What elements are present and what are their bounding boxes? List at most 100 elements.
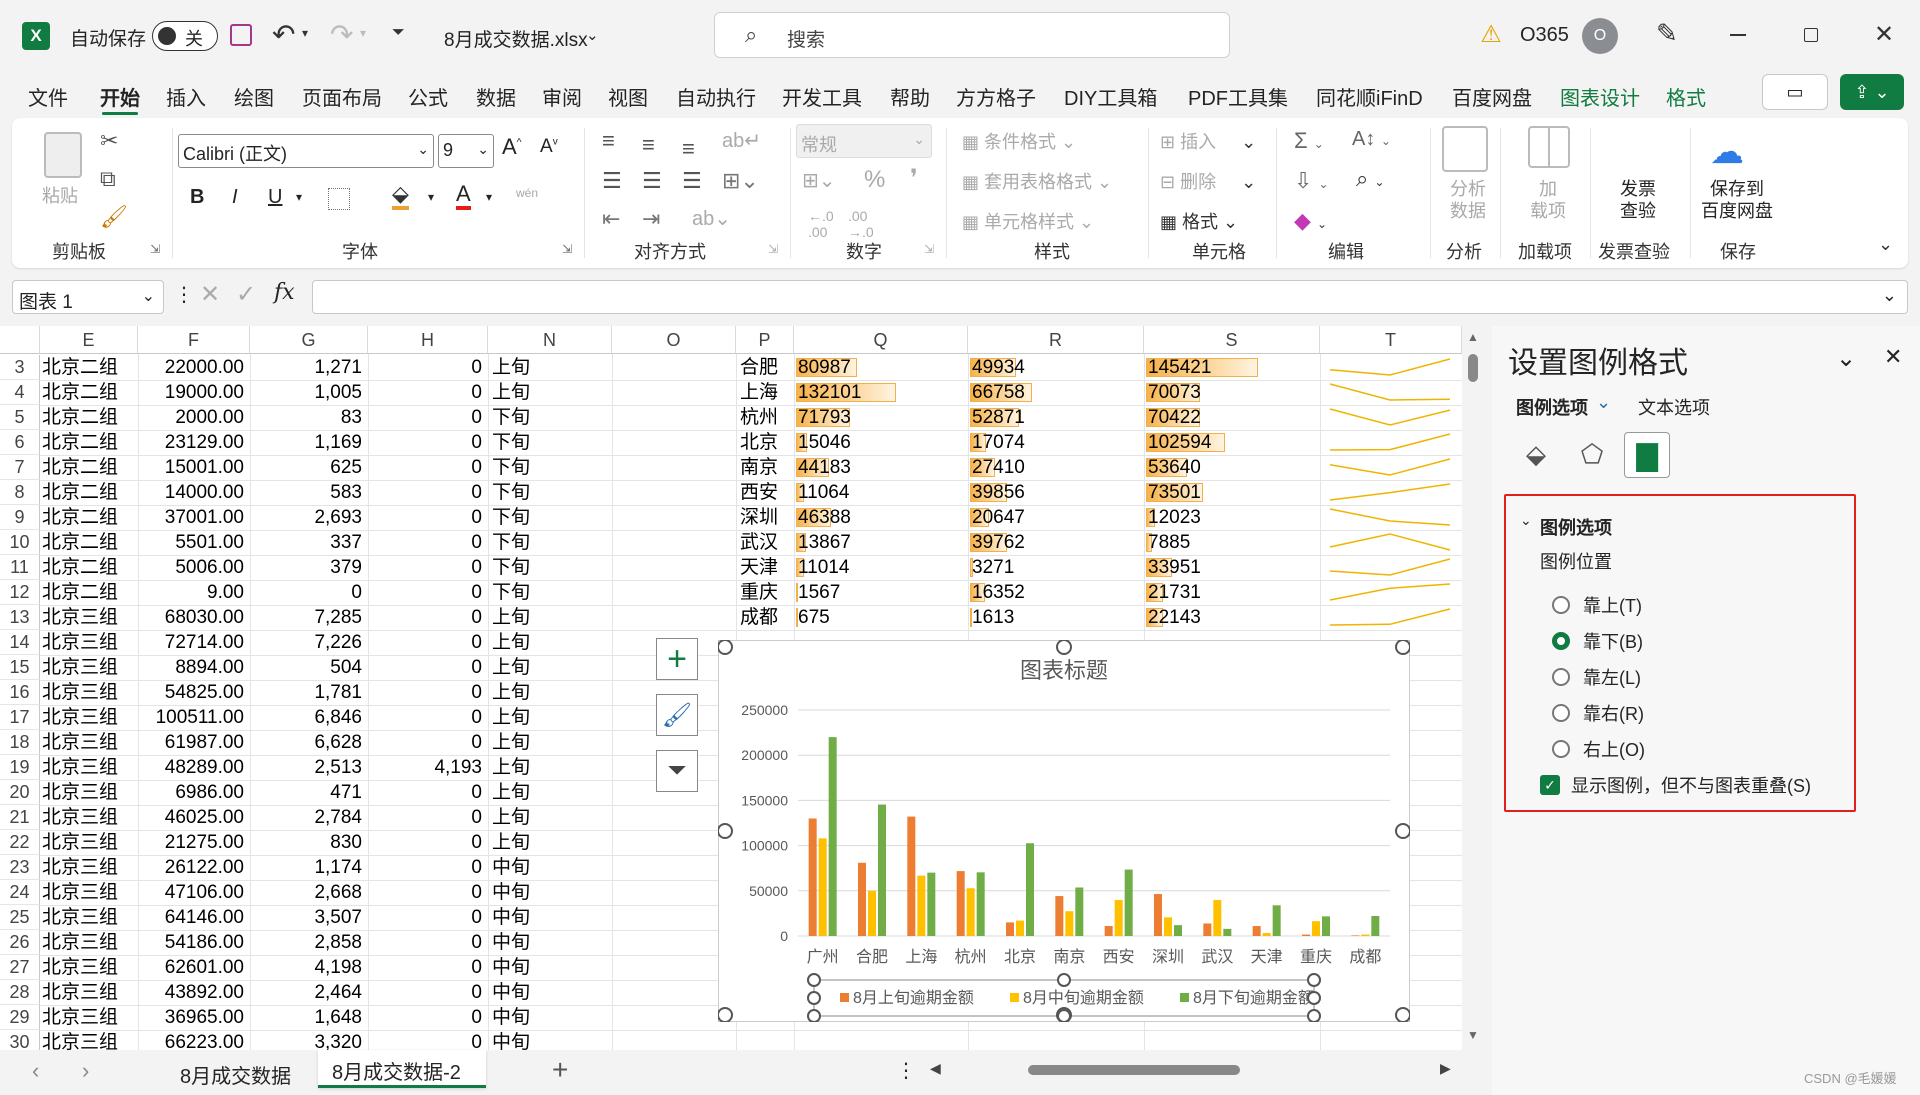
save-icon[interactable] — [230, 24, 252, 46]
resize-handle[interactable] — [717, 1007, 733, 1023]
cell-p-city[interactable]: 武汉 — [740, 530, 792, 555]
chart-bar[interactable] — [1016, 920, 1024, 936]
chart-bar[interactable] — [1272, 905, 1281, 936]
row-header[interactable]: 14 — [0, 630, 40, 655]
find-icon[interactable]: ⌕ ⌄ — [1356, 166, 1385, 192]
cell-p-city[interactable]: 南京 — [740, 455, 792, 480]
legend-handle[interactable] — [807, 1009, 821, 1023]
redo-dropdown-icon[interactable]: ▾ — [360, 26, 366, 40]
chart-bar[interactable] — [1213, 900, 1222, 936]
cell-e[interactable]: 北京二组 — [42, 530, 136, 555]
chart-bar[interactable] — [917, 875, 926, 936]
cell-f[interactable]: 26122.00 — [138, 855, 244, 880]
chart-bar[interactable] — [1252, 926, 1261, 936]
row-header[interactable]: 24 — [0, 880, 40, 905]
cell-h[interactable]: 0 — [368, 1005, 482, 1030]
cell-h[interactable]: 0 — [368, 905, 482, 930]
column-header[interactable]: Q — [794, 326, 968, 354]
select-all-corner[interactable] — [0, 326, 40, 354]
cell-h[interactable]: 0 — [368, 955, 482, 980]
tab-chart-design[interactable]: 图表设计 — [1560, 82, 1640, 111]
chart-bar[interactable] — [1302, 934, 1310, 936]
sheet-tab[interactable]: 8月成交数据 — [180, 1060, 291, 1089]
radio-right[interactable]: 靠右(R) — [1552, 700, 1644, 726]
format-as-table-button[interactable]: ▦ 套用表格格式 ⌄ — [962, 168, 1112, 194]
row-header[interactable]: 28 — [0, 980, 40, 1005]
cell-s[interactable]: 7885 — [1148, 530, 1318, 555]
cell-s[interactable]: 21731 — [1148, 580, 1318, 605]
legend-handle[interactable] — [1307, 1009, 1321, 1023]
chart-bar[interactable] — [828, 737, 837, 936]
resize-handle[interactable] — [1395, 823, 1411, 839]
chevron-down-icon[interactable]: ▾ — [428, 190, 434, 204]
chart-bar[interactable] — [1312, 921, 1320, 936]
pane-options-icon[interactable]: ⌄ — [1836, 344, 1856, 373]
filename-chevron-icon[interactable]: ⌄ — [586, 26, 599, 44]
cell-e[interactable]: 北京三组 — [42, 930, 136, 955]
chart-bar[interactable] — [1262, 933, 1271, 936]
cell-s[interactable]: 33951 — [1148, 555, 1318, 580]
cell-r[interactable]: 16352 — [972, 580, 1142, 605]
tab-baidu[interactable]: 百度网盘 — [1452, 82, 1532, 111]
chart-bar[interactable] — [818, 838, 827, 936]
cell-n[interactable]: 上旬 — [492, 805, 610, 830]
cell-g[interactable]: 2,858 — [250, 930, 362, 955]
cell-n[interactable]: 中旬 — [492, 880, 610, 905]
cell-h[interactable]: 0 — [368, 455, 482, 480]
cell-f[interactable]: 100511.00 — [138, 705, 244, 730]
radio-button[interactable] — [1552, 596, 1570, 614]
row-header[interactable]: 7 — [0, 455, 40, 480]
cell-e[interactable]: 北京三组 — [42, 1030, 136, 1050]
tab-fangfang[interactable]: 方方格子 — [956, 82, 1036, 111]
tab-legend-chevron-icon[interactable]: ⌄ — [1596, 392, 1611, 413]
restore-icon[interactable] — [1804, 28, 1818, 42]
cell-h[interactable]: 0 — [368, 580, 482, 605]
add-sheet-icon[interactable]: + — [552, 1054, 568, 1086]
cell-q[interactable]: 132101 — [798, 380, 966, 405]
cell-s[interactable]: 70422 — [1148, 405, 1318, 430]
radio-button[interactable] — [1552, 740, 1570, 758]
cell-n[interactable]: 下旬 — [492, 580, 610, 605]
chevron-down-icon[interactable]: ▾ — [486, 190, 492, 204]
close-window-icon[interactable]: ✕ — [1874, 20, 1894, 49]
cell-f[interactable]: 47106.00 — [138, 880, 244, 905]
cell-q[interactable]: 1567 — [798, 580, 966, 605]
cell-g[interactable]: 504 — [250, 655, 362, 680]
checkbox-checked-icon[interactable]: ✓ — [1540, 775, 1560, 795]
cell-f[interactable]: 48289.00 — [138, 755, 244, 780]
cell-h[interactable]: 0 — [368, 430, 482, 455]
cell-q[interactable]: 15046 — [798, 430, 966, 455]
cell-styles-button[interactable]: ▦ 单元格样式 ⌄ — [962, 208, 1094, 234]
chart-bar[interactable] — [907, 816, 916, 936]
cell-p-city[interactable]: 成都 — [740, 605, 792, 630]
border-icon[interactable] — [328, 188, 350, 210]
chart-svg[interactable]: 图表标题 250000 200000 150000 100000 50000 0 广州 合肥 上海… — [717, 639, 1411, 1023]
align-bottom-icon[interactable]: ≡ — [682, 136, 695, 162]
cell-h[interactable]: 0 — [368, 530, 482, 555]
enter-icon[interactable]: ✓ — [236, 280, 256, 309]
baidu-cloud-icon[interactable]: ☁ — [1710, 132, 1744, 172]
cell-f[interactable]: 14000.00 — [138, 480, 244, 505]
cell-g[interactable]: 3,320 — [250, 1030, 362, 1050]
row-header[interactable]: 4 — [0, 380, 40, 405]
collapse-ribbon-icon[interactable]: ⌄ — [1878, 234, 1893, 255]
section-collapse-icon[interactable]: ⌄ — [1520, 512, 1532, 529]
cell-n[interactable]: 上旬 — [492, 705, 610, 730]
row-header[interactable]: 26 — [0, 930, 40, 955]
delete-cells-button[interactable]: ⊟ 删除 ⌄ — [1160, 168, 1256, 194]
cell-e[interactable]: 北京三组 — [42, 755, 136, 780]
align-middle-icon[interactable]: ≡ — [642, 132, 655, 158]
column-header[interactable]: S — [1144, 326, 1320, 354]
chart-bar[interactable] — [1361, 934, 1370, 936]
cell-h[interactable]: 0 — [368, 480, 482, 505]
cell-e[interactable]: 北京二组 — [42, 355, 136, 380]
cell-n[interactable]: 上旬 — [492, 605, 610, 630]
row-header[interactable]: 9 — [0, 505, 40, 530]
row-header[interactable]: 17 — [0, 705, 40, 730]
comments-button[interactable]: ▭ — [1762, 74, 1828, 110]
chart-bar[interactable] — [1124, 869, 1133, 936]
cell-n[interactable]: 上旬 — [492, 830, 610, 855]
row-header[interactable]: 21 — [0, 805, 40, 830]
resize-handle[interactable] — [1056, 639, 1072, 655]
cell-f[interactable]: 64146.00 — [138, 905, 244, 930]
